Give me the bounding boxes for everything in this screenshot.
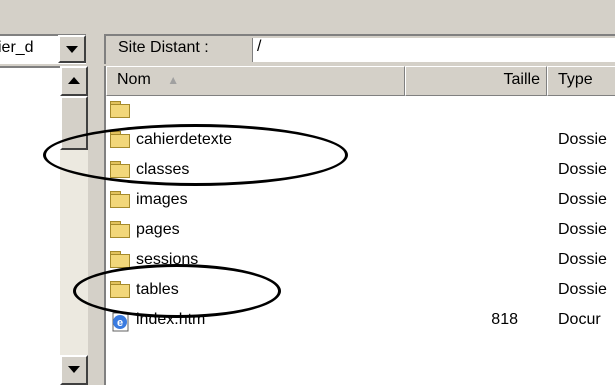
file-type: Dossie [558, 161, 607, 178]
file-type: Dossie [558, 131, 607, 148]
annotation-ellipse-sessions [73, 264, 281, 318]
remote-path-value: / [257, 38, 262, 55]
svg-text:e: e [117, 317, 123, 329]
column-name-label: Nom [117, 71, 151, 88]
chevron-down-icon [66, 46, 78, 53]
arrow-down-icon [68, 366, 80, 373]
local-path-combo[interactable]: ier_d [0, 34, 86, 64]
remote-file-list[interactable]: Nom ▲ Taille Type cahierdetexte Dossie c… [104, 66, 615, 385]
column-header-type[interactable]: Type [547, 66, 615, 96]
file-name: images [136, 191, 188, 208]
remote-site-label: Site Distant : [118, 39, 209, 56]
folder-icon [110, 101, 131, 119]
column-header-name[interactable]: Nom ▲ [106, 66, 405, 96]
scroll-down-button[interactable] [60, 355, 88, 385]
combo-dropdown-button[interactable] [58, 35, 86, 63]
local-vertical-scrollbar[interactable] [60, 66, 88, 385]
file-type: Docur [558, 311, 601, 328]
file-type: Dossie [558, 221, 607, 238]
file-row-images[interactable]: images Dossie [106, 187, 615, 218]
file-type: Dossie [558, 281, 607, 298]
annotation-ellipse-cahierdetexte [43, 124, 348, 186]
file-type: Dossie [558, 251, 607, 268]
arrow-up-icon [68, 77, 80, 84]
scroll-up-button[interactable] [60, 66, 88, 96]
local-path-value: ier_d [0, 39, 34, 56]
column-type-label: Type [558, 71, 593, 88]
remote-path-field[interactable]: / [252, 38, 615, 62]
file-name: pages [136, 221, 180, 238]
file-size: 818 [491, 311, 518, 328]
column-size-label: Taille [503, 71, 540, 88]
folder-icon [110, 191, 131, 209]
column-header-size[interactable]: Taille [405, 66, 547, 96]
file-row-pages[interactable]: pages Dossie [106, 217, 615, 248]
sort-ascending-icon: ▲ [167, 73, 180, 87]
file-type: Dossie [558, 191, 607, 208]
remote-site-bar: Site Distant : / [104, 34, 615, 64]
folder-icon [110, 221, 131, 239]
